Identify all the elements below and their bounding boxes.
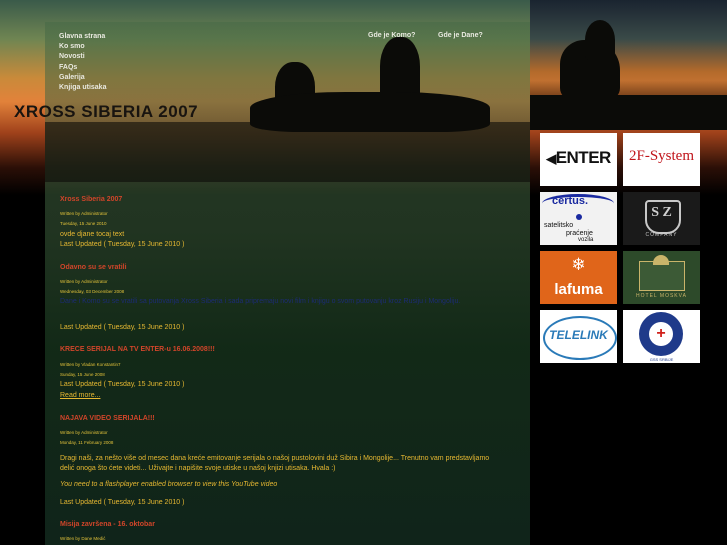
certus-dot <box>576 214 582 220</box>
article-title-3[interactable]: KRECE SERIJAL NA TV ENTER-u 16.06.2008!!… <box>60 346 215 353</box>
nav-item-faqs[interactable]: FAQs <box>59 63 106 73</box>
article-body-4: Dragi naši, za nešto više od mesec dana … <box>60 455 490 472</box>
certus-line3: vozila <box>578 237 594 243</box>
flash-player-note: You need to a flashplayer enabled browse… <box>60 481 278 488</box>
article-updated-1: Last Updated ( Tuesday, 15 June 2010 ) <box>60 241 185 248</box>
twof-logo-text: 2F-System <box>628 148 694 164</box>
nav-item-about[interactable]: Ko smo <box>59 42 106 52</box>
article-title-2[interactable]: Odavno su se vratili <box>60 264 127 271</box>
article-title-1[interactable]: Xross Siberia 2007 <box>60 196 122 203</box>
article-date-2: Wednesday, 03 December 2008 <box>60 289 125 294</box>
sponsor-hotel-moskva[interactable]: HOTEL MOSKVA <box>623 251 700 304</box>
certus-name: certus. <box>552 195 589 207</box>
article-body-2: Dane i Komo su se vratili sa putovanja X… <box>60 298 461 305</box>
gss-label: GSS SRBIJE <box>649 357 674 362</box>
certus-line2: praćenje <box>566 230 593 237</box>
sponsor-gss[interactable]: + GSS SRBIJE <box>623 310 700 363</box>
main-nav: Glavna strana Ko smo Novosti FAQs Galeri… <box>59 32 106 93</box>
article-title-5[interactable]: Misija završena - 16. oktobar <box>60 521 155 528</box>
sponsor-sz-company[interactable]: S Z COMPANY <box>623 192 700 245</box>
article-date-4: Monday, 11 February 2008 <box>60 440 114 445</box>
maple-leaf-icon: ❄ <box>571 255 586 274</box>
moskva-building-icon <box>639 261 685 291</box>
header-sunset-right <box>530 0 727 130</box>
nav-item-guestbook[interactable]: Knjiga utisaka <box>59 83 106 93</box>
certus-line1: satelitsko <box>544 222 574 229</box>
top-link-komo[interactable]: Gde je Komo? <box>368 32 415 39</box>
play-arrow-icon: ◀ <box>546 151 556 166</box>
lafuma-logo-text: lafuma <box>554 281 603 298</box>
moskva-dome <box>653 255 669 265</box>
sz-monogram: S Z <box>651 205 672 220</box>
article-author-3: Written by Vladan Konstantin7 <box>60 362 121 367</box>
enter-logo-text: ◀ENTER <box>546 148 611 167</box>
sz-company-label: COMPANY <box>645 232 678 238</box>
nav-item-home[interactable]: Glavna strana <box>59 32 106 42</box>
article-date-3: Sunday, 15 June 2008 <box>60 372 105 377</box>
nav-item-gallery[interactable]: Galerija <box>59 73 106 83</box>
rider-silhouette <box>585 20 615 60</box>
top-link-dane[interactable]: Gde je Dane? <box>438 32 483 39</box>
article-title-4[interactable]: NAJAVA VIDEO SERIJALA!!! <box>60 415 155 422</box>
article-author-5: Written by Dane Medić <box>60 536 106 541</box>
article-body-1: ovde djane tocaj text <box>60 231 125 238</box>
ground-silhouette <box>530 95 727 130</box>
article-author-4: Written by Administrator <box>60 430 108 435</box>
sponsor-enter[interactable]: ◀ENTER <box>540 133 617 186</box>
sponsor-2f-system[interactable]: 2F-System <box>623 133 700 186</box>
article-updated-4: Last Updated ( Tuesday, 15 June 2010 ) <box>60 499 185 506</box>
read-more-link[interactable]: Read more... <box>60 392 100 399</box>
article-author-2: Written by Administrator <box>60 279 108 284</box>
sponsor-telelink[interactable]: TELELINK <box>540 310 617 363</box>
article-updated-2: Last Updated ( Tuesday, 15 June 2010 ) <box>60 324 185 331</box>
nav-item-news[interactable]: Novosti <box>59 52 106 62</box>
gss-emblem-icon: + <box>639 312 683 356</box>
telelink-logo-text: TELELINK <box>549 328 608 342</box>
article-date-1: Tuesday, 15 June 2010 <box>60 221 107 226</box>
gss-cross-icon: + <box>649 322 673 346</box>
moskva-label: HOTEL MOSKVA <box>636 293 687 299</box>
article-updated-3: Last Updated ( Tuesday, 15 June 2010 ) <box>60 381 185 388</box>
article-author-1: Written by Administrator <box>60 211 108 216</box>
horizon-silhouette <box>45 122 530 182</box>
sponsor-certus[interactable]: certus. satelitsko praćenje vozila <box>540 192 617 245</box>
sponsor-lafuma[interactable]: ❄ lafuma <box>540 251 617 304</box>
site-logo: XROSS SIBERIA 2007 <box>14 102 199 121</box>
